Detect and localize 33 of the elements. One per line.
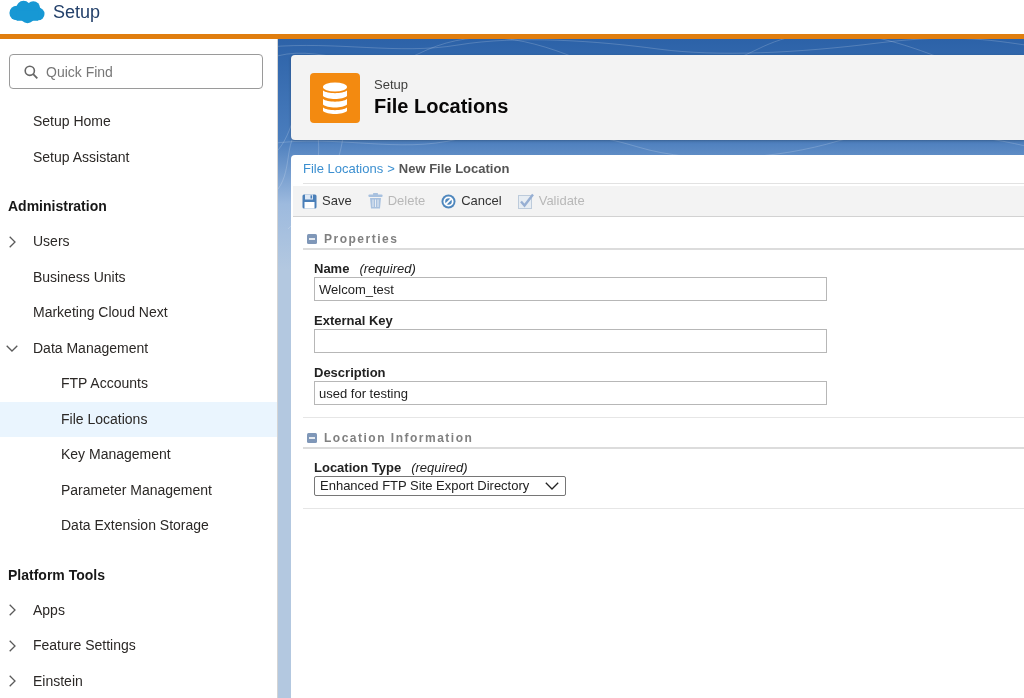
collapse-icon[interactable] — [307, 233, 317, 244]
section-title: Properties — [324, 230, 399, 248]
sidebar-item[interactable]: File Locations — [0, 401, 277, 437]
save-button[interactable]: Save — [302, 191, 352, 211]
field-label: Location Type — [314, 459, 402, 478]
breadcrumb-link[interactable]: File Locations — [303, 159, 384, 179]
text-input[interactable]: used for testing — [314, 381, 827, 405]
app-title: Setup — [53, 0, 101, 24]
text-input[interactable]: Welcom_test — [314, 277, 827, 301]
cloud-logo — [8, 0, 45, 24]
search-icon — [24, 65, 38, 79]
dropdown-select[interactable]: Enhanced FTP Site Export Directory — [314, 476, 566, 496]
breadcrumb-separator: > — [387, 160, 395, 179]
chevron-down-icon — [545, 482, 559, 490]
trash-can-icon — [367, 193, 383, 209]
checkbox-tick-icon — [517, 193, 534, 209]
prohibited-circle-icon — [441, 193, 457, 209]
search-field[interactable]: Quick Find — [9, 54, 263, 89]
section-title: Location Information — [324, 429, 474, 447]
database-icon — [310, 72, 360, 123]
cancel-button[interactable]: Cancel — [441, 191, 502, 211]
collapse-icon[interactable] — [307, 432, 317, 443]
field-label: External Key — [314, 312, 393, 331]
section-heading: Platform Tools — [8, 566, 105, 583]
required-note: (required) — [411, 459, 468, 478]
text-input[interactable] — [314, 329, 827, 353]
breadcrumb-current: New File Location — [398, 160, 510, 179]
page-title: File Locations — [374, 94, 509, 119]
required-note: (required) — [359, 260, 416, 279]
field-label: Name — [314, 260, 350, 279]
page-eyebrow: Setup — [374, 76, 409, 93]
field-label: Description — [314, 364, 386, 383]
section-heading: Administration — [8, 198, 107, 214]
